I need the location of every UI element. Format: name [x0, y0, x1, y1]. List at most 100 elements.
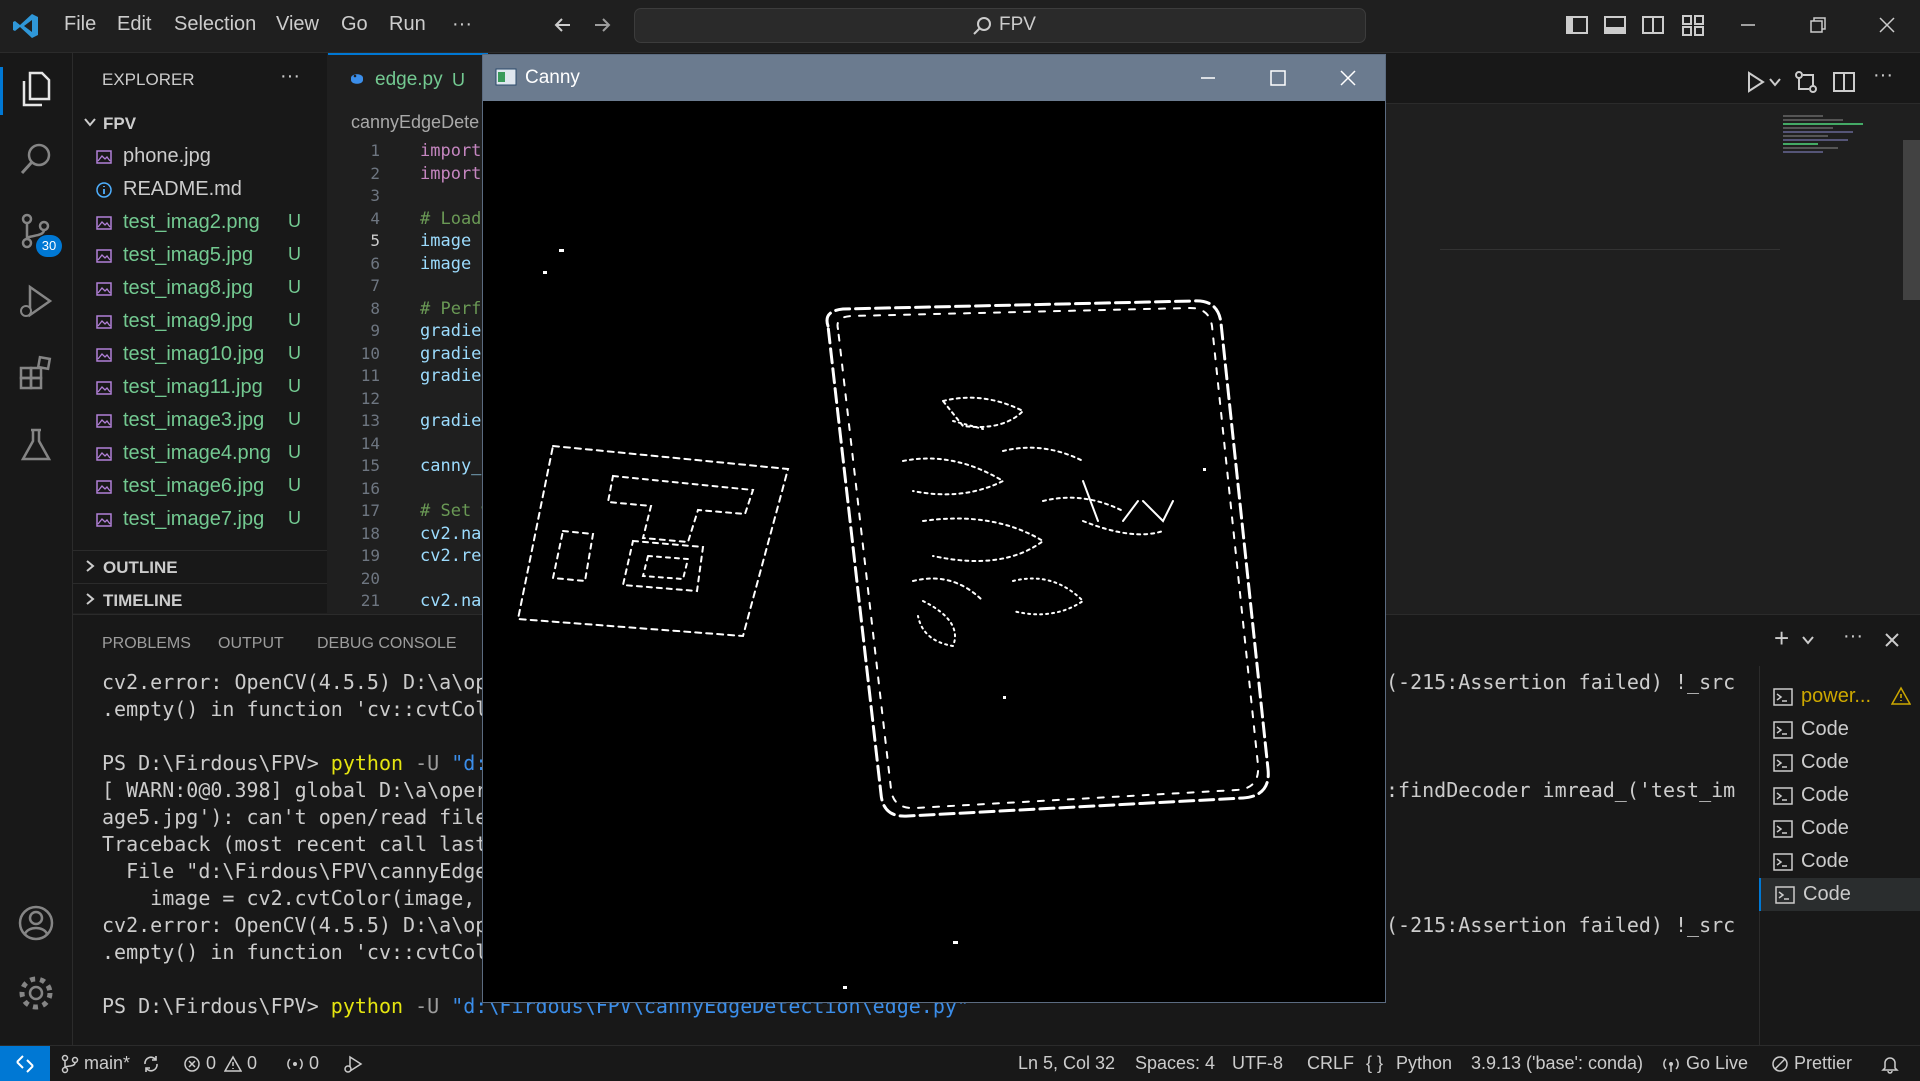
split-editor-icon[interactable]	[1831, 69, 1857, 95]
canny-image-window[interactable]: Canny	[482, 54, 1386, 1003]
outline-section[interactable]: OUTLINE	[73, 550, 327, 584]
chevron-down-icon[interactable]	[1768, 75, 1782, 89]
file-row[interactable]: test_imag8.jpg U	[73, 272, 327, 305]
minimize-icon[interactable]	[1733, 10, 1763, 40]
file-row[interactable]: test_imag5.jpg U	[73, 239, 327, 272]
chevron-down-icon[interactable]	[1801, 633, 1815, 647]
terminal-instance[interactable]: power...	[1759, 680, 1920, 713]
file-row[interactable]: test_image7.jpg U	[73, 503, 327, 536]
menu-selection[interactable]: Selection	[174, 13, 256, 36]
code-line[interactable]: cv2.nam	[420, 524, 492, 544]
open-changes-icon[interactable]	[1793, 69, 1819, 95]
terminal-instance[interactable]: Code	[1759, 878, 1920, 911]
code-line[interactable]: gradien	[420, 321, 492, 341]
breadcrumb[interactable]: cannyEdgeDete	[351, 112, 479, 133]
tab-output[interactable]: OUTPUT	[218, 635, 284, 653]
terminal-instance[interactable]: Code	[1759, 812, 1920, 845]
file-row[interactable]: test_imag2.png U	[73, 206, 327, 239]
code-line[interactable]: gradien	[420, 411, 492, 431]
close-panel-icon[interactable]	[1883, 631, 1901, 649]
warning-count[interactable]: 0	[247, 1053, 257, 1074]
menu-run[interactable]: Run	[389, 13, 426, 36]
terminal-instance[interactable]: Code	[1759, 779, 1920, 812]
terminal-instance[interactable]: Code	[1759, 713, 1920, 746]
file-row[interactable]: README.md	[73, 173, 327, 206]
minimize-icon[interactable]	[1195, 65, 1221, 91]
code-line[interactable]: import	[420, 164, 481, 184]
forward-arrow-icon[interactable]	[587, 10, 617, 40]
command-center-search[interactable]: FPV	[634, 8, 1366, 43]
back-arrow-icon[interactable]	[548, 10, 578, 40]
file-row[interactable]: test_image3.jpg U	[73, 404, 327, 437]
sync-icon[interactable]	[141, 1054, 161, 1074]
encoding[interactable]: UTF-8	[1232, 1053, 1283, 1074]
prettier-status[interactable]: Prettier	[1794, 1053, 1852, 1074]
code-line[interactable]: gradien	[420, 366, 492, 386]
maximize-icon[interactable]	[1265, 65, 1291, 91]
toggle-panel-icon[interactable]	[1600, 10, 1630, 40]
cursor-position[interactable]: Ln 5, Col 32	[1018, 1053, 1115, 1074]
terminal-instance[interactable]: Code	[1759, 845, 1920, 878]
code-line[interactable]: cv2.res	[420, 546, 492, 566]
settings-gear-icon[interactable]	[16, 973, 56, 1013]
code-line[interactable]: cv2.nam	[420, 591, 492, 611]
tab-edge-py[interactable]: edge.py U	[328, 53, 488, 105]
code-line[interactable]: # Perfo	[420, 299, 492, 319]
testing-flask-icon[interactable]	[16, 425, 56, 465]
remote-indicator[interactable]	[0, 1046, 50, 1081]
customize-layout-icon[interactable]	[1678, 10, 1708, 40]
timeline-section[interactable]: TIMELINE	[73, 583, 327, 617]
code-line[interactable]: image =	[420, 254, 492, 274]
debug-run-icon[interactable]	[342, 1054, 364, 1074]
python-interpreter[interactable]: 3.9.13 ('base': conda)	[1471, 1053, 1643, 1074]
minimap[interactable]	[1783, 113, 1893, 233]
canny-window-titlebar[interactable]: Canny	[483, 55, 1385, 101]
line-number: 7	[370, 276, 380, 295]
file-row[interactable]: test_imag9.jpg U	[73, 305, 327, 338]
code-line[interactable]: canny_e	[420, 456, 492, 476]
menu-edit[interactable]: Edit	[117, 13, 151, 36]
code-line[interactable]: # Load	[420, 209, 481, 229]
file-row[interactable]: test_imag11.jpg U	[73, 371, 327, 404]
menu-file[interactable]: File	[64, 13, 96, 36]
toggle-sidebar-icon[interactable]	[1562, 10, 1592, 40]
menu-view[interactable]: View	[276, 13, 319, 36]
explorer-files-icon[interactable]	[16, 69, 56, 109]
editor-more-button[interactable]: ···	[1873, 64, 1893, 87]
run-debug-icon[interactable]	[16, 281, 56, 321]
code-line[interactable]: image =	[420, 231, 492, 251]
file-row[interactable]: test_image6.jpg U	[73, 470, 327, 503]
error-count[interactable]: 0	[206, 1053, 216, 1074]
end-of-line[interactable]: CRLF	[1307, 1053, 1354, 1074]
folder-header-fpv[interactable]: FPV	[73, 108, 327, 141]
close-window-icon[interactable]	[1872, 10, 1902, 40]
file-row[interactable]: test_imag10.jpg U	[73, 338, 327, 371]
terminal-instance[interactable]: Code	[1759, 746, 1920, 779]
restore-icon[interactable]	[1803, 10, 1833, 40]
run-python-file-icon[interactable]	[1742, 69, 1768, 95]
go-live-button[interactable]: Go Live	[1686, 1053, 1748, 1074]
tab-problems[interactable]: PROBLEMS	[102, 635, 191, 653]
indentation[interactable]: Spaces: 4	[1135, 1053, 1215, 1074]
editor-scrollbar[interactable]	[1903, 140, 1920, 300]
extensions-icon[interactable]	[16, 353, 56, 393]
menu-more[interactable]: ···	[452, 13, 472, 36]
new-terminal-button[interactable]: +	[1774, 623, 1789, 654]
ports-count[interactable]: 0	[309, 1053, 319, 1074]
explorer-more-button[interactable]: ···	[280, 65, 300, 88]
search-icon[interactable]	[16, 139, 56, 179]
code-line[interactable]: # Set w	[420, 501, 492, 521]
git-branch[interactable]: main*	[84, 1053, 130, 1074]
file-row[interactable]: phone.jpg	[73, 140, 327, 173]
notifications-bell-icon[interactable]	[1880, 1054, 1900, 1074]
tab-debug-console[interactable]: DEBUG CONSOLE	[317, 635, 457, 653]
account-icon[interactable]	[16, 903, 56, 943]
panel-more-button[interactable]: ···	[1843, 625, 1863, 648]
code-line[interactable]: import	[420, 141, 481, 161]
menu-go[interactable]: Go	[341, 13, 368, 36]
file-row[interactable]: test_image4.png U	[73, 437, 327, 470]
language-mode[interactable]: Python	[1396, 1053, 1452, 1074]
toggle-secondary-sidebar-icon[interactable]	[1638, 10, 1668, 40]
close-icon[interactable]	[1335, 65, 1361, 91]
code-line[interactable]: gradien	[420, 344, 492, 364]
